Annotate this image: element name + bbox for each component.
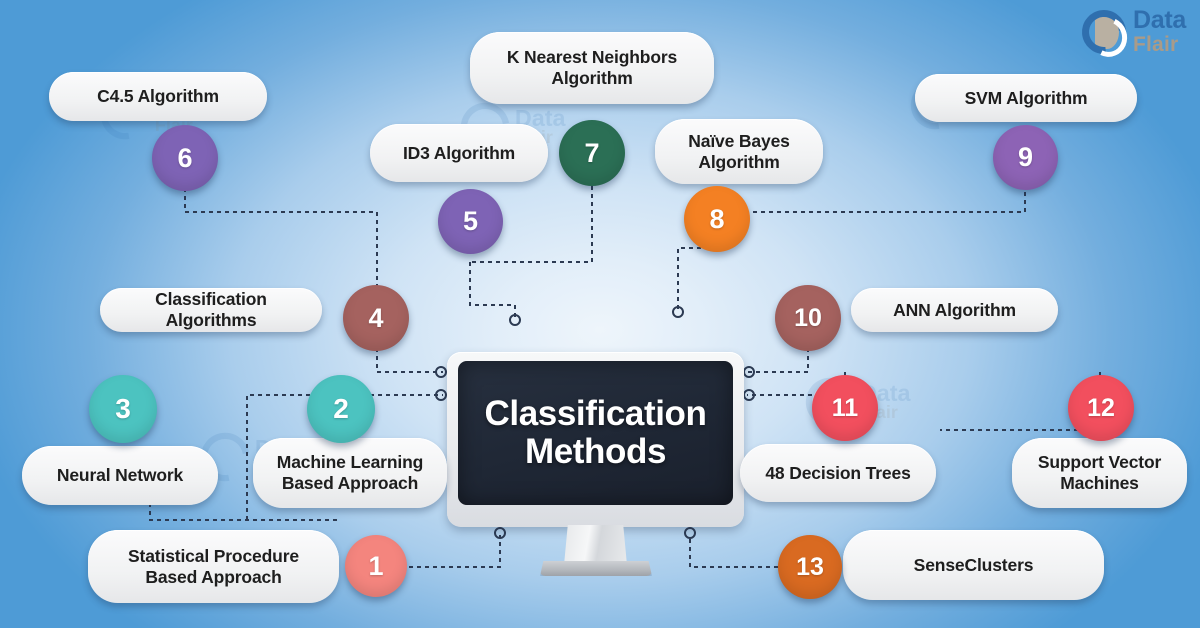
node-label-1[interactable]: Statistical Procedure Based Approach [88, 530, 339, 603]
monitor-neck [564, 525, 627, 565]
node-badge-11[interactable]: 11 [812, 375, 878, 441]
badge-number: 6 [177, 142, 193, 173]
badge-number: 10 [794, 303, 822, 332]
node-label-8[interactable]: Naïve Bayes Algorithm [655, 119, 823, 184]
node-badge-6[interactable]: 6 [152, 125, 218, 191]
badge-number: 13 [796, 552, 824, 581]
node-label-6[interactable]: C4.5 Algorithm [49, 72, 267, 121]
node-label-12[interactable]: Support Vector Machines [1012, 438, 1187, 508]
badge-number: 4 [368, 302, 384, 333]
node-badge-4[interactable]: 4 [343, 285, 409, 351]
brand-name-primary: Data [1133, 6, 1186, 34]
badge-number: 1 [368, 550, 384, 581]
dataflair-logo-icon [1073, 0, 1135, 63]
node-badge-9[interactable]: 9 [993, 125, 1058, 190]
node-badge-12[interactable]: 12 [1068, 375, 1134, 441]
node-badge-10[interactable]: 10 [775, 285, 841, 351]
monitor-bezel: Classification Methods [447, 352, 744, 527]
monitor-base [540, 561, 652, 576]
node-badge-5[interactable]: 5 [438, 189, 503, 254]
monitor-screen: Classification Methods [458, 361, 733, 505]
central-monitor: Classification Methods [447, 352, 744, 579]
node-badge-7[interactable]: 7 [559, 120, 625, 186]
dataflair-logo[interactable]: Data Flair [1073, 0, 1186, 63]
node-badge-2[interactable]: 2 [307, 375, 375, 443]
brand-text: Data Flair [1133, 6, 1186, 56]
page-title: Classification Methods [484, 394, 707, 471]
badge-number: 9 [1017, 142, 1034, 172]
node-label-2[interactable]: Machine Learning Based Approach [253, 438, 447, 508]
infographic-canvas: DataFlair DataFlair DataFlair DataFlair … [0, 0, 1200, 628]
badge-number: 3 [115, 393, 131, 424]
badge-number: 5 [462, 206, 479, 236]
node-badge-8[interactable]: 8 [684, 186, 750, 252]
node-label-9[interactable]: SVM Algorithm [915, 74, 1137, 122]
node-label-5[interactable]: ID3 Algorithm [370, 124, 548, 182]
node-label-7[interactable]: K Nearest Neighbors Algorithm [470, 32, 714, 104]
node-label-3[interactable]: Neural Network [22, 446, 218, 505]
node-label-11[interactable]: 48 Decision Trees [740, 444, 936, 502]
node-badge-13[interactable]: 13 [778, 535, 842, 599]
badge-number: 7 [584, 137, 600, 168]
badge-number: 2 [333, 393, 349, 424]
brand-name-secondary: Flair [1133, 33, 1179, 56]
node-label-10[interactable]: ANN Algorithm [851, 288, 1058, 332]
badge-number: 8 [709, 203, 725, 234]
node-badge-1[interactable]: 1 [345, 535, 407, 597]
badge-number: 11 [831, 393, 859, 422]
node-label-13[interactable]: SenseClusters [843, 530, 1104, 600]
node-badge-3[interactable]: 3 [89, 375, 157, 443]
badge-number: 12 [1087, 393, 1115, 422]
node-label-4[interactable]: Classification Algorithms [100, 288, 322, 332]
